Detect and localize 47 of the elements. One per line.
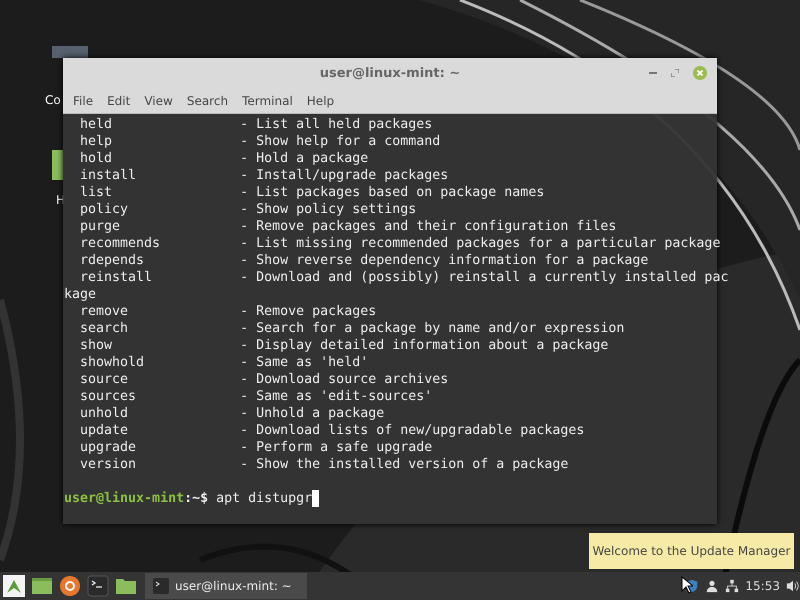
- terminal-line: search - Search for a package by name and/or expression: [79, 320, 626, 337]
- terminal-line: hold - Hold a package: [79, 150, 370, 167]
- terminal-icon: [153, 578, 169, 594]
- terminal-line: purge - Remove packages and their configuration files: [79, 218, 618, 235]
- text-cursor: [312, 490, 320, 507]
- prompt-user: user@linux-mint: [64, 490, 184, 507]
- terminal-line: update - Download lists of new/upgradable packages: [79, 422, 586, 439]
- menu-item[interactable]: Edit: [100, 92, 138, 110]
- terminal-line: recommends - List missing recommended packages for a particular package: [79, 235, 722, 252]
- terminal-line: policy - Show policy settings: [79, 201, 418, 218]
- desktop-icon-label: H: [56, 193, 66, 207]
- maximize-button[interactable]: [669, 67, 681, 79]
- terminal-line: source - Download source archives: [79, 371, 450, 388]
- terminal-line: show - Display detailed information about a package: [79, 337, 610, 354]
- terminal-line: install - Install/upgrade packages: [79, 167, 450, 184]
- terminal-line: version - Show the installed version of a package: [79, 456, 570, 473]
- terminal-line: kage: [64, 286, 98, 303]
- terminal-line: help - Show help for a command: [79, 133, 442, 150]
- user-icon[interactable]: [705, 579, 720, 593]
- prompt-path: :~$: [184, 490, 208, 507]
- mouse-pointer: [681, 576, 693, 594]
- taskbar-window-button[interactable]: user@linux-mint: ~: [145, 573, 307, 599]
- terminal-line: rdepends - Show reverse dependency information for a package: [79, 252, 650, 269]
- window-title: user@linux-mint: ~: [320, 66, 460, 80]
- desktop-icon[interactable]: [31, 575, 53, 597]
- desktop-icon-label: Co: [45, 93, 61, 107]
- terminal-line: unhold - Unhold a package: [79, 405, 386, 422]
- volume-icon[interactable]: [786, 579, 800, 593]
- menu-item[interactable]: Search: [180, 92, 236, 110]
- menu-icon[interactable]: [3, 575, 25, 597]
- terminal-line: remove - Remove packages: [79, 303, 378, 320]
- menu-item[interactable]: Help: [300, 92, 342, 110]
- terminal-line: upgrade - Perform a safe upgrade: [79, 439, 434, 456]
- menu-item[interactable]: Terminal: [235, 92, 300, 110]
- browser-icon[interactable]: [59, 575, 81, 597]
- notification-tooltip: Welcome to the Update Manager: [589, 533, 794, 569]
- clock[interactable]: 15:53: [745, 579, 780, 593]
- network-icon[interactable]: [725, 579, 740, 593]
- menu-item[interactable]: File: [66, 92, 100, 110]
- terminal-line: list - List packages based on package names: [79, 184, 546, 201]
- terminal-line: held - List all held packages: [79, 116, 434, 133]
- terminal-icon[interactable]: [87, 575, 109, 597]
- terminal-line: reinstall - Download and (possibly) reinstall a currently installed pac: [79, 269, 728, 286]
- terminal-line: showhold - Same as 'held': [79, 354, 370, 371]
- command-input[interactable]: apt distupgr: [216, 490, 312, 507]
- terminal-line: sources - Same as 'edit-sources': [79, 388, 434, 405]
- menu-item[interactable]: View: [137, 92, 180, 110]
